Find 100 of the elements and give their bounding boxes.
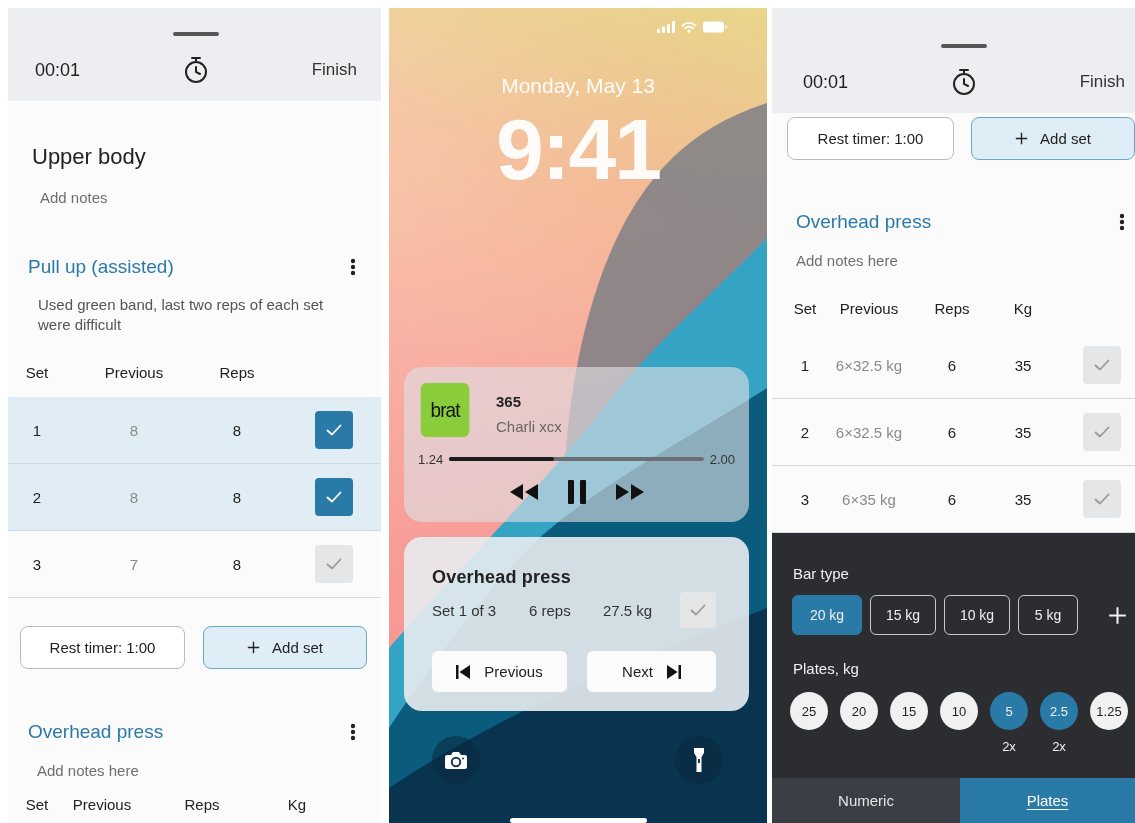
- elapsed-time: 1.24: [418, 451, 444, 467]
- tab[interactable]: Plates: [960, 778, 1135, 823]
- rewind-icon[interactable]: [508, 483, 539, 501]
- table-cell-text: 6: [946, 490, 958, 508]
- plate-button[interactable]: 5: [990, 692, 1028, 730]
- table-cell-text: 35: [1013, 490, 1033, 508]
- more-options-icon[interactable]: [350, 257, 356, 277]
- add-bar-button[interactable]: [1108, 605, 1127, 625]
- bar-type-chip[interactable]: 15 kg: [870, 595, 936, 635]
- checkbox[interactable]: [315, 545, 353, 583]
- column-header: Reps: [183, 795, 221, 813]
- plate-button[interactable]: 1.25: [1090, 692, 1128, 730]
- column-header: Previous: [71, 795, 133, 813]
- elapsed-time: 00:01: [803, 71, 849, 93]
- plate-button[interactable]: 15: [890, 692, 928, 730]
- camera-button[interactable]: [432, 736, 480, 784]
- rest-timer-button[interactable]: Rest timer: 1:00: [787, 117, 954, 160]
- total-time: 2.00: [709, 451, 735, 467]
- more-options-icon[interactable]: [1119, 212, 1125, 232]
- bar-type-chip[interactable]: 5 kg: [1018, 595, 1078, 635]
- exercise-name[interactable]: Pull up (assisted): [28, 256, 174, 278]
- song-title: 365: [496, 393, 523, 410]
- table-cell-text: 8: [128, 488, 140, 506]
- album-art: brat: [420, 383, 470, 437]
- table-cell-text: 1: [31, 421, 43, 439]
- check-icon: [690, 604, 706, 616]
- drag-handle[interactable]: [173, 32, 219, 36]
- column-header: Kg: [1012, 299, 1034, 317]
- column-header: Previous: [838, 299, 900, 317]
- rest-timer-button[interactable]: Rest timer: 1:00: [20, 626, 185, 669]
- plate-button[interactable]: 20: [840, 692, 878, 730]
- table-cell-text: 2: [799, 423, 811, 441]
- lock-date: Monday, May 13: [501, 73, 655, 99]
- elapsed-time: 00:01: [35, 59, 81, 81]
- more-options-icon[interactable]: [350, 722, 356, 742]
- table-cell-text: 3: [799, 490, 811, 508]
- lock-time: 9:41: [495, 103, 661, 195]
- finish-button[interactable]: Finish: [311, 60, 357, 80]
- plus-icon: [247, 641, 261, 654]
- flashlight-button[interactable]: [675, 736, 723, 784]
- section-label: Bar type: [793, 565, 850, 583]
- check-icon: [326, 491, 342, 503]
- column-header: Kg: [286, 795, 308, 813]
- table-cell-text: 6: [946, 356, 958, 374]
- fast-forward-icon[interactable]: [614, 483, 645, 501]
- plate-count: 2x: [1052, 739, 1066, 755]
- tab[interactable]: Numeric: [772, 778, 960, 823]
- plate-button[interactable]: 25: [790, 692, 828, 730]
- notes-field[interactable]: Add notes here: [37, 760, 257, 780]
- table-cell-text: 8: [231, 421, 243, 439]
- stopwatch-icon[interactable]: [950, 68, 977, 96]
- progress-track[interactable]: [449, 457, 704, 461]
- stopwatch-icon[interactable]: [182, 56, 209, 84]
- check-icon: [1094, 359, 1110, 371]
- table-cell-text: 8: [128, 421, 140, 439]
- next-button[interactable]: Next: [587, 651, 716, 692]
- wifi-icon: [681, 21, 697, 33]
- plate-count: 2x: [1002, 739, 1016, 755]
- bar-type-chip[interactable]: 10 kg: [944, 595, 1010, 635]
- skip-back-icon: [456, 664, 471, 679]
- plate-button[interactable]: 10: [940, 692, 978, 730]
- finish-button[interactable]: Finish: [1079, 72, 1125, 92]
- camera-icon: [444, 750, 468, 770]
- notes-field[interactable]: Add notes here: [796, 250, 1016, 270]
- table-cell-text: 6×32.5 kg: [834, 356, 904, 374]
- set-label: Set 1 of 3: [432, 601, 498, 619]
- bar-type-chip[interactable]: 20 kg: [792, 595, 862, 635]
- add-set-button[interactable]: Add set: [203, 626, 367, 669]
- add-set-button[interactable]: Add set: [971, 117, 1135, 160]
- plate-button[interactable]: 2.5: [1040, 692, 1078, 730]
- check-icon: [326, 424, 342, 436]
- table-cell-text: 3: [31, 555, 43, 573]
- checkbox[interactable]: [315, 478, 353, 516]
- drag-handle[interactable]: [941, 44, 987, 48]
- column-header: Reps: [218, 363, 256, 381]
- column-header: Set: [24, 795, 50, 813]
- checkbox[interactable]: [315, 411, 353, 449]
- exercise-name[interactable]: Overhead press: [28, 721, 164, 743]
- exercise-name[interactable]: Overhead press: [796, 211, 932, 233]
- checkbox[interactable]: [1083, 413, 1121, 451]
- checkbox[interactable]: [1083, 346, 1121, 384]
- table-cell-text: 2: [31, 488, 43, 506]
- table-cell-text: 6×32.5 kg: [834, 423, 904, 441]
- checkbox[interactable]: [1083, 480, 1121, 518]
- checkbox[interactable]: [680, 592, 716, 628]
- notes-field[interactable]: Add notes: [40, 187, 260, 207]
- column-header: Previous: [103, 363, 165, 381]
- check-icon: [326, 558, 342, 570]
- battery-icon: [703, 21, 727, 33]
- check-icon: [1094, 493, 1110, 505]
- artist-name: Charli xcx: [496, 418, 562, 435]
- table-cell-text: 8: [231, 488, 243, 506]
- previous-button[interactable]: Previous: [432, 651, 567, 692]
- table-cell-text: 6×35 kg: [841, 490, 897, 508]
- weight-value: 27.5 kg: [603, 601, 654, 619]
- table-cell-text: 7: [128, 555, 140, 573]
- column-header: Set: [792, 299, 818, 317]
- pause-icon[interactable]: [566, 480, 587, 504]
- section-label: Plates, kg: [793, 660, 860, 678]
- reps-count: 6 reps: [529, 601, 572, 619]
